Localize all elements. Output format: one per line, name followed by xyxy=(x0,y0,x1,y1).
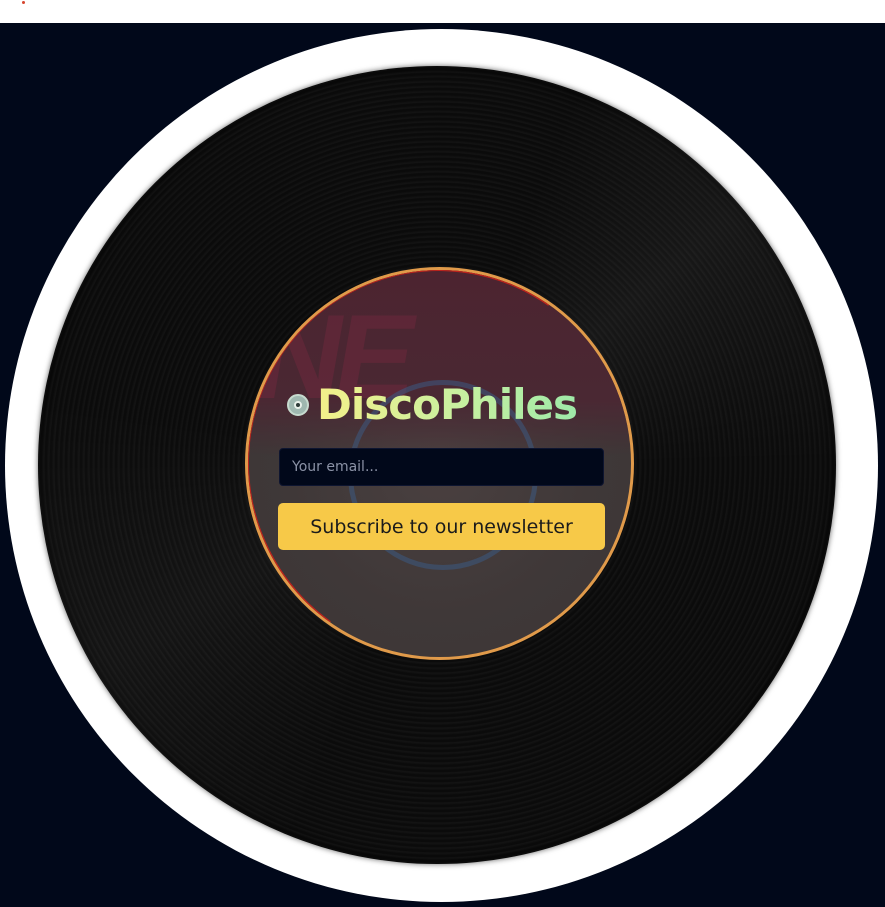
vinyl-disc-icon xyxy=(287,394,309,416)
subscribe-button[interactable]: Subscribe to our newsletter xyxy=(278,503,605,550)
newsletter-form: DiscoPhiles Subscribe to our newsletter xyxy=(0,0,885,907)
brand: DiscoPhiles xyxy=(287,380,578,430)
email-field[interactable] xyxy=(279,448,604,486)
brand-title: DiscoPhiles xyxy=(317,380,578,429)
